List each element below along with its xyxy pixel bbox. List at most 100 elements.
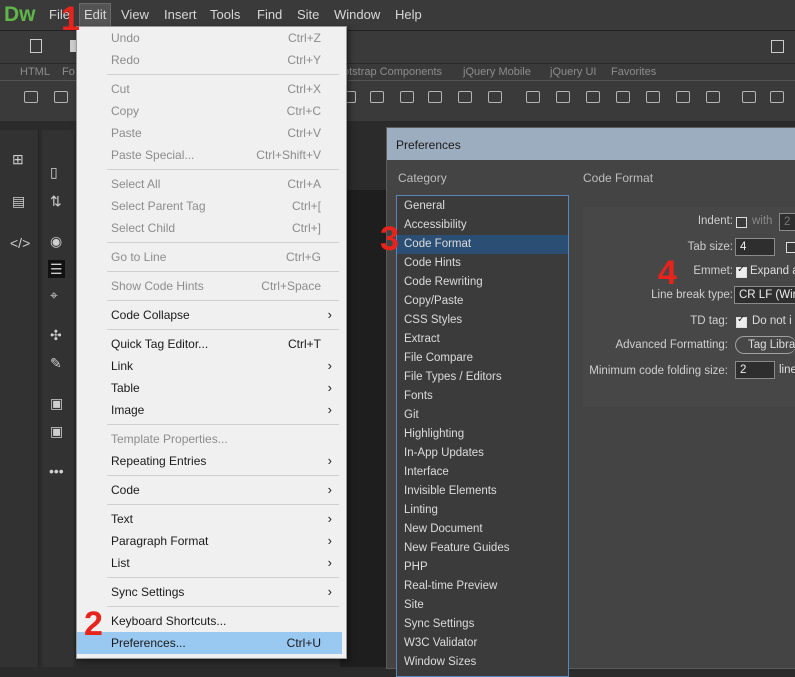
menu-item-preferences[interactable]: Preferences... Ctrl+U <box>77 632 342 654</box>
category-item[interactable]: Copy/Paste <box>397 292 568 311</box>
format-icon[interactable]: ☰ <box>48 260 65 278</box>
menu-item-sync-settings[interactable]: Sync Settings › <box>77 581 342 603</box>
menu-item-paste-special[interactable]: Paste Special... Ctrl+Shift+V <box>77 144 342 166</box>
insert-element-icon[interactable] <box>770 91 784 103</box>
category-item[interactable]: Fonts <box>397 387 568 406</box>
tab-html[interactable]: HTML <box>20 66 50 78</box>
category-item[interactable]: Window Sizes <box>397 653 568 672</box>
category-item[interactable]: General <box>397 197 568 216</box>
category-item-selected[interactable]: Code Format <box>397 235 568 254</box>
tab-form[interactable]: Fo <box>62 66 75 78</box>
sort-icon[interactable]: ⇅ <box>50 194 62 208</box>
comment-icon[interactable] <box>616 91 630 103</box>
td-tag-checkbox[interactable] <box>736 314 747 328</box>
category-item[interactable]: Git <box>397 406 568 425</box>
menu-item-select-child[interactable]: Select Child Ctrl+] <box>77 217 342 239</box>
code-icon[interactable]: </> <box>10 236 30 250</box>
category-item[interactable]: Linting <box>397 501 568 520</box>
indent-checkbox[interactable] <box>736 217 747 228</box>
document-icon[interactable]: ▯ <box>50 165 58 179</box>
category-item[interactable]: File Compare <box>397 349 568 368</box>
menu-item-show-code-hints[interactable]: Show Code Hints Ctrl+Space <box>77 275 342 297</box>
min-folding-field[interactable]: 2 <box>735 361 775 379</box>
dialog-title-bar[interactable]: Preferences <box>387 128 795 160</box>
monitor-icon[interactable] <box>646 91 660 103</box>
menu-item-redo[interactable]: Redo Ctrl+Y <box>77 49 342 71</box>
insert-element-icon[interactable] <box>488 91 502 103</box>
menu-item-template-properties[interactable]: Template Properties... <box>77 428 342 450</box>
target-icon[interactable]: ⌖ <box>50 288 58 302</box>
menu-item-paste[interactable]: Paste Ctrl+V <box>77 122 342 144</box>
tab-jquery-ui[interactable]: jQuery UI <box>550 66 596 78</box>
menu-item-keyboard-shortcuts[interactable]: Keyboard Shortcuts... <box>77 610 342 632</box>
insert-element-icon[interactable] <box>428 91 442 103</box>
category-item[interactable]: Accessibility <box>397 216 568 235</box>
insert-div-icon[interactable] <box>24 91 38 103</box>
expand-icon[interactable]: ✣ <box>50 328 62 342</box>
category-item[interactable]: Code Rewriting <box>397 273 568 292</box>
tab-favorites[interactable]: Favorites <box>611 66 656 78</box>
tab-jquery-mobile[interactable]: jQuery Mobile <box>463 66 531 78</box>
menu-item-list[interactable]: List › <box>77 552 342 574</box>
menu-item-copy[interactable]: Copy Ctrl+C <box>77 100 342 122</box>
tab-checkbox[interactable] <box>786 242 795 253</box>
menu-item-select-parent-tag[interactable]: Select Parent Tag Ctrl+[ <box>77 195 342 217</box>
menu-edit[interactable]: Edit <box>79 3 112 27</box>
line-break-select[interactable]: CR LF (Win <box>734 286 795 304</box>
insert-element-icon[interactable] <box>706 91 720 103</box>
tab-size-field[interactable]: 4 <box>735 238 775 256</box>
category-item[interactable]: New Feature Guides <box>397 539 568 558</box>
files-tree-icon[interactable]: ⊞ <box>12 152 24 166</box>
category-item[interactable]: New Document <box>397 520 568 539</box>
category-item[interactable]: Invisible Elements <box>397 482 568 501</box>
menu-item-paragraph-format[interactable]: Paragraph Format › <box>77 530 342 552</box>
category-item[interactable]: Extract <box>397 330 568 349</box>
menu-insert[interactable]: Insert <box>164 7 197 22</box>
menu-item-table[interactable]: Table › <box>77 377 342 399</box>
live-view-icon[interactable]: ◉ <box>50 234 62 248</box>
new-document-icon[interactable] <box>30 39 42 53</box>
menu-item-text[interactable]: Text › <box>77 508 342 530</box>
code-editor-area[interactable] <box>340 190 390 667</box>
tag-library-button[interactable]: Tag Libra <box>735 336 795 354</box>
menu-tools[interactable]: Tools <box>210 7 240 22</box>
menu-item-link[interactable]: Link › <box>77 355 342 377</box>
menu-view[interactable]: View <box>121 7 149 22</box>
emmet-checkbox[interactable] <box>736 264 747 278</box>
more-icon[interactable]: ••• <box>49 464 64 478</box>
category-item[interactable]: W3C Validator <box>397 634 568 653</box>
insert-element-icon[interactable] <box>742 91 756 103</box>
category-item[interactable]: Code Hints <box>397 254 568 273</box>
tag-icon[interactable] <box>556 91 570 103</box>
menu-item-quick-tag-editor[interactable]: Quick Tag Editor... Ctrl+T <box>77 333 342 355</box>
remove-comment-icon[interactable]: ▣ <box>50 424 63 438</box>
menu-help[interactable]: Help <box>395 7 422 22</box>
insert-image-icon[interactable] <box>54 91 68 103</box>
insert-element-icon[interactable] <box>400 91 414 103</box>
category-item[interactable]: PHP <box>397 558 568 577</box>
tab-bootstrap[interactable]: otstrap Components <box>343 66 442 78</box>
category-item[interactable]: File Types / Editors <box>397 368 568 387</box>
indent-size-field[interactable]: 2 <box>779 213 795 231</box>
category-item[interactable]: Real-time Preview <box>397 577 568 596</box>
category-item[interactable]: In-App Updates <box>397 444 568 463</box>
menu-item-repeating-entries[interactable]: Repeating Entries › <box>77 450 342 472</box>
menu-item-undo[interactable]: Undo Ctrl+Z <box>77 27 342 49</box>
insert-element-icon[interactable] <box>458 91 472 103</box>
insert-element-icon[interactable] <box>676 91 690 103</box>
insert-element-icon[interactable] <box>370 91 384 103</box>
category-list[interactable]: General Accessibility Code Format Code H… <box>396 195 569 677</box>
menu-item-image[interactable]: Image › <box>77 399 342 421</box>
insert-element-icon[interactable] <box>526 91 540 103</box>
comment-icon[interactable]: ▣ <box>50 396 63 410</box>
menu-item-cut[interactable]: Cut Ctrl+X <box>77 78 342 100</box>
menu-item-code[interactable]: Code › <box>77 479 342 501</box>
menu-item-go-to-line[interactable]: Go to Line Ctrl+G <box>77 246 342 268</box>
menu-window[interactable]: Window <box>334 7 380 22</box>
menu-item-code-collapse[interactable]: Code Collapse › <box>77 304 342 326</box>
menu-find[interactable]: Find <box>257 7 282 22</box>
brush-icon[interactable]: ✎ <box>50 356 62 370</box>
category-item[interactable]: Site <box>397 596 568 615</box>
category-item[interactable]: CSS Styles <box>397 311 568 330</box>
key-icon[interactable] <box>586 91 600 103</box>
